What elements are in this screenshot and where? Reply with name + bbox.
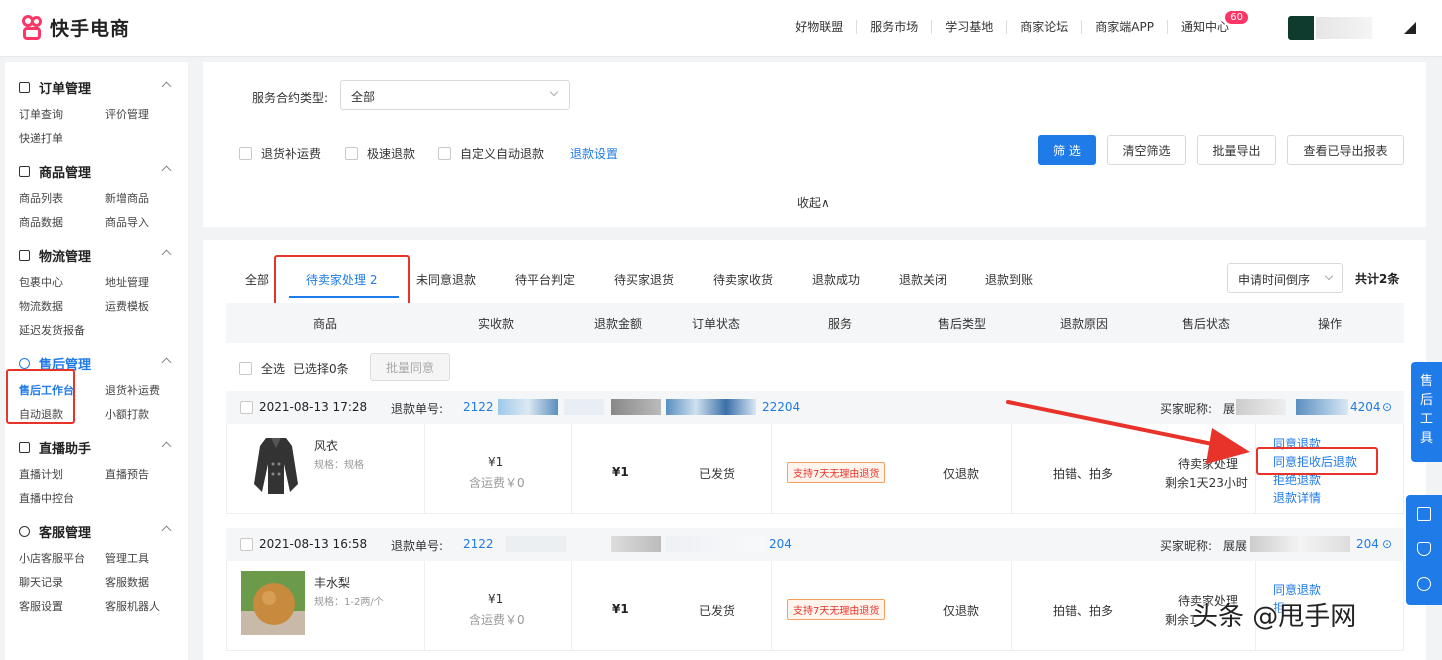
watermark: 头条 @甩手网 bbox=[1192, 602, 1357, 632]
info-icon[interactable] bbox=[1417, 577, 1431, 591]
edit-icon[interactable] bbox=[1417, 507, 1431, 521]
annotation-arrow bbox=[1006, 400, 1250, 464]
graduation-icon[interactable] bbox=[1417, 542, 1431, 556]
aftersale-tool-button[interactable]: 售后工具 bbox=[1411, 362, 1442, 462]
float-icon-bar bbox=[1406, 495, 1442, 605]
